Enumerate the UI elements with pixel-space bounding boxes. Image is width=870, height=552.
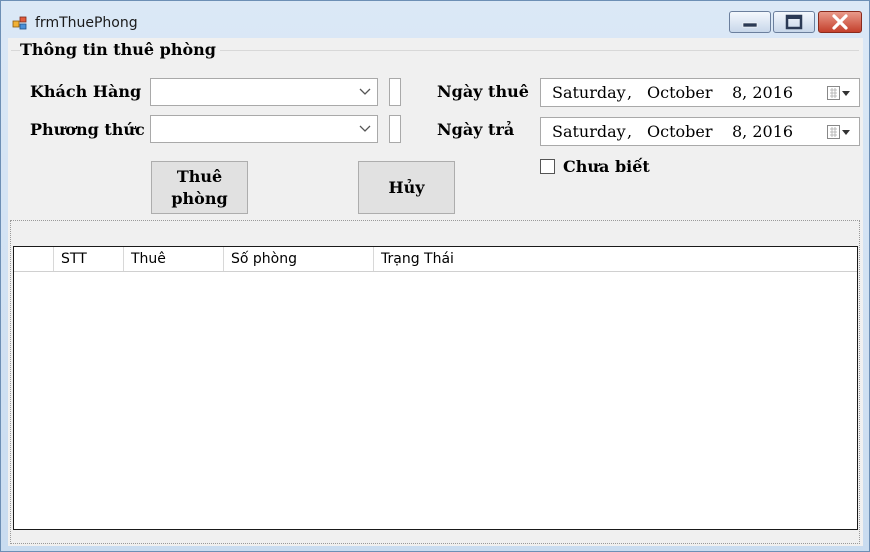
grid-header: STT Thuê Số phòng Trạng Thái (14, 247, 857, 272)
group-title: Thông tin thuê phòng (20, 40, 220, 59)
ngay-tra-picker[interactable]: Saturday , October 8, 2016 (540, 117, 860, 146)
title-bar[interactable]: frmThuePhong (1, 1, 869, 37)
phuong-thuc-extra-box[interactable] (389, 115, 401, 143)
ngay-tra-month: October (647, 122, 713, 141)
client-area: Thông tin thuê phòng Khách Hàng Phương t… (8, 38, 863, 546)
khach-hang-combo[interactable] (150, 78, 378, 106)
app-icon (12, 16, 27, 30)
rooms-datagrid[interactable]: STT Thuê Số phòng Trạng Thái (13, 246, 858, 530)
ngay-thue-day-year: 8, 2016 (732, 83, 794, 102)
column-header-stt[interactable]: STT (54, 247, 124, 271)
khach-hang-extra-box[interactable] (389, 78, 401, 106)
ngay-tra-sep: , (627, 122, 633, 141)
column-header-so-phong[interactable]: Số phòng (224, 247, 374, 271)
ngay-tra-weekday: Saturday (552, 122, 626, 141)
thue-phong-button[interactable]: Thuê phòng (151, 161, 248, 214)
minimize-icon (742, 22, 758, 28)
ngay-thue-sep: , (627, 83, 633, 102)
column-header-trang-thai[interactable]: Trạng Thái (374, 247, 857, 271)
thue-phong-line1: Thuê (176, 166, 223, 186)
chevron-down-icon (359, 125, 371, 132)
row-header-cell[interactable] (14, 247, 54, 271)
chua-biet-label[interactable]: Chưa biết (563, 157, 650, 176)
calendar-dropdown-icon[interactable] (827, 125, 851, 139)
column-header-thue[interactable]: Thuê (124, 247, 224, 271)
huy-button-label: Hủy (388, 177, 425, 197)
close-button[interactable] (818, 11, 862, 33)
ngay-thue-weekday: Saturday (552, 83, 626, 102)
thue-phong-button-label: Thuê phòng (171, 166, 227, 210)
maximize-icon (785, 14, 803, 30)
phuong-thuc-label: Phương thức (30, 120, 145, 139)
thue-phong-line2: phòng (171, 188, 228, 208)
huy-button[interactable]: Hủy (358, 161, 455, 214)
main-window: frmThuePhong Thông tin thuê phòng Khách … (0, 0, 870, 552)
minimize-button[interactable] (729, 11, 771, 33)
ngay-thue-label: Ngày thuê (437, 82, 529, 101)
chua-biet-checkbox[interactable] (540, 159, 555, 174)
chevron-down-icon (359, 88, 371, 95)
ngay-tra-label: Ngày trả (437, 120, 515, 139)
maximize-button[interactable] (773, 11, 815, 33)
ngay-thue-picker[interactable]: Saturday , October 8, 2016 (540, 78, 860, 107)
ngay-thue-month: October (647, 83, 713, 102)
phuong-thuc-combo[interactable] (150, 115, 378, 143)
close-icon (832, 14, 848, 30)
window-title: frmThuePhong (35, 15, 138, 31)
calendar-dropdown-icon[interactable] (827, 86, 851, 100)
ngay-tra-day-year: 8, 2016 (732, 122, 794, 141)
khach-hang-label: Khách Hàng (30, 82, 142, 101)
